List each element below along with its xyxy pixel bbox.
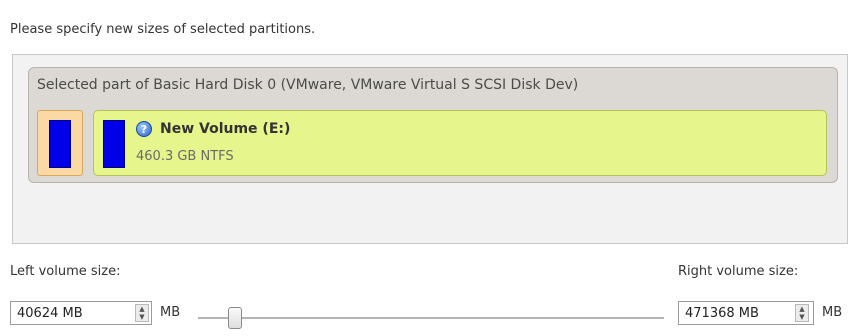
left-partition-block[interactable]	[37, 110, 83, 176]
right-volume-size-spinbox[interactable]: ▲▼	[678, 301, 814, 325]
spin-buttons-icon[interactable]: ▲ ▼	[795, 304, 809, 322]
spin-buttons-icon[interactable]: ▲ ▼	[135, 304, 149, 322]
size-slider-track[interactable]	[198, 307, 664, 329]
partition-bar-icon	[103, 120, 125, 168]
right-volume-size-input[interactable]	[679, 302, 793, 324]
left-volume-size-input[interactable]	[11, 302, 131, 324]
instruction-text: Please specify new sizes of selected par…	[10, 22, 316, 37]
disk-box: Selected part of Basic Hard Disk 0 (VMwa…	[28, 67, 838, 183]
right-unit: MB	[822, 305, 843, 320]
volume-block[interactable]: ? New Volume (E:) 460.3 GB NTFS	[93, 110, 827, 176]
volume-name: New Volume (E:)	[160, 121, 291, 137]
right-volume-size-label: Right volume size:	[678, 264, 799, 279]
help-icon[interactable]: ?	[136, 121, 152, 137]
left-volume-size-spinbox[interactable]: ▲▼	[10, 301, 152, 325]
left-volume-size-label: Left volume size:	[10, 264, 121, 279]
disk-title: Selected part of Basic Hard Disk 0 (VMwa…	[37, 77, 579, 93]
volume-size: 460.3 GB NTFS	[136, 149, 234, 164]
size-slider-thumb[interactable]	[228, 307, 242, 329]
left-unit: MB	[160, 305, 181, 320]
partition-map-panel: Selected part of Basic Hard Disk 0 (VMwa…	[12, 54, 848, 244]
partition-bar-icon	[49, 120, 71, 168]
